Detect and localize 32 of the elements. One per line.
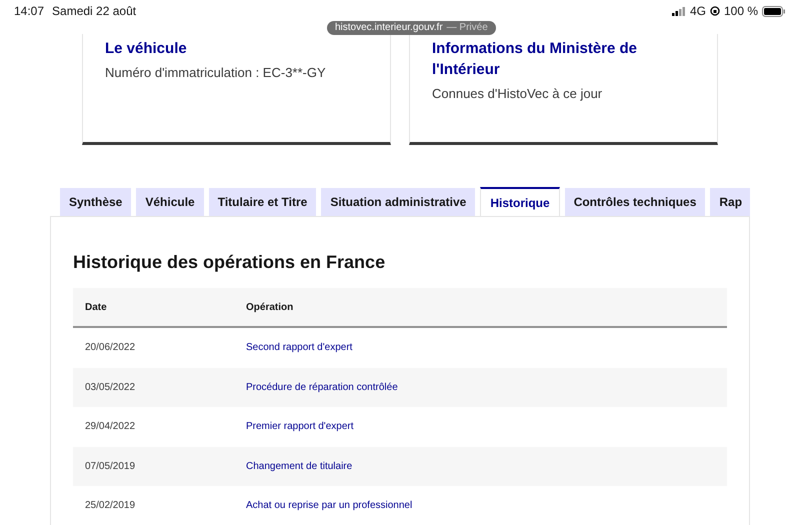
battery-percent: 100 % [724,3,758,20]
date-cell-text: 07/05/2019 [84,460,136,474]
tab[interactable]: Situation administrative [321,188,476,216]
column-header: Date [84,300,108,314]
date-cell-text: 29/04/2022 [84,420,136,434]
status-date: Samedi 22 août [52,3,136,20]
card-title: Informations du Ministère de l'Intérieur [432,39,638,80]
card-title: Le véhicule [105,39,188,59]
operation-link[interactable]: Premier rapport d'expert [246,419,354,434]
tab[interactable]: Rap [710,188,750,216]
date-cell-text: 03/05/2022 [84,380,136,395]
url-pill[interactable]: histovec.interieur.gouv.fr — Privée [327,21,496,35]
tab[interactable]: Contrôles techniques [564,188,706,216]
card-text: Numéro d'immatriculation : EC-3**-GY [105,64,327,82]
tab[interactable]: Titulaire et Titre [208,188,316,216]
column-header: Opération [246,300,294,314]
network-label: 4G [690,3,706,20]
operation-link[interactable]: Procédure de réparation contrôlée [246,380,398,395]
date-cell-text: 25/02/2019 [84,499,136,514]
tab[interactable]: Véhicule [136,188,204,216]
operation-link[interactable]: Achat ou reprise par un professionnel [246,498,412,514]
status-time: 14:07 [14,3,44,20]
signal-icon [672,6,686,16]
date-cell-text: 20/06/2022 [84,341,136,356]
battery-icon [762,6,786,16]
card-text: Connues d'HistoVec à ce jour [432,85,604,103]
section-title: Historique des opérations en France [73,251,386,274]
tab[interactable]: Synthèse [60,188,132,216]
operation-link[interactable]: Second rapport d'expert [246,340,352,356]
orientation-lock-icon [710,6,720,16]
tab[interactable]: Historique [480,187,560,216]
operation-link[interactable]: Changement de titulaire [246,458,352,474]
